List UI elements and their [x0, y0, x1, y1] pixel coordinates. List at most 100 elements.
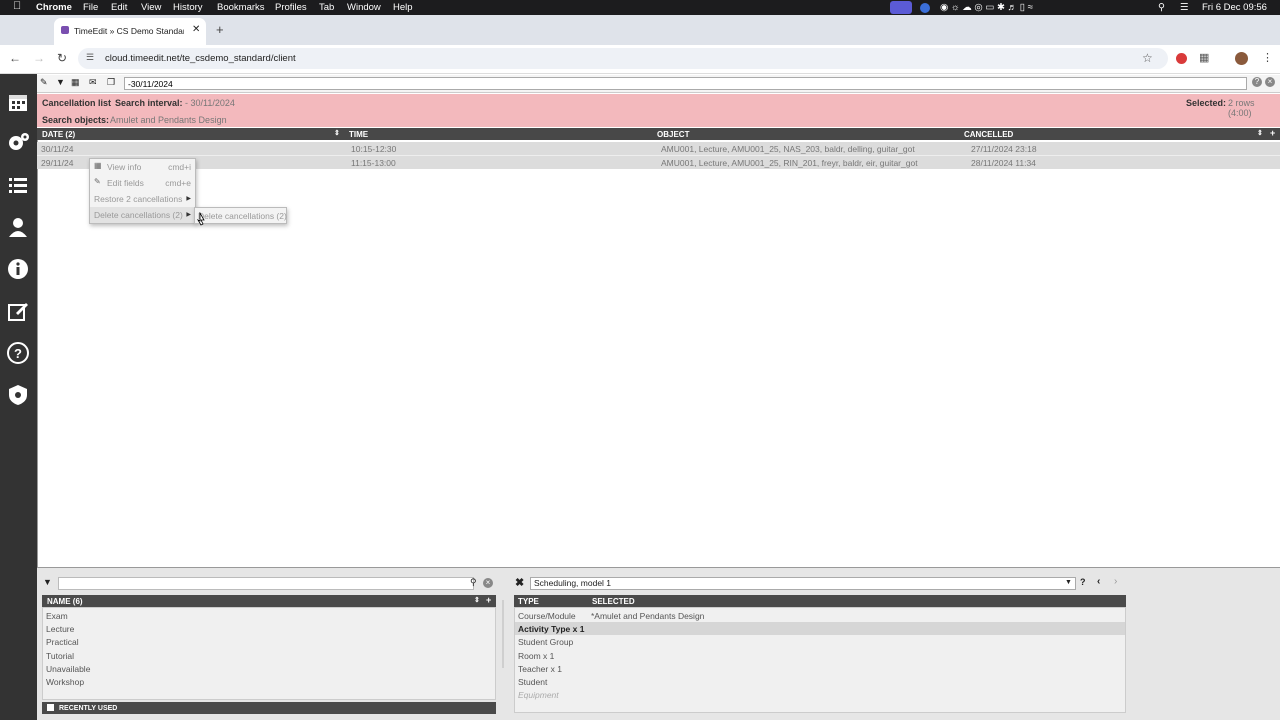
- close-tab-icon[interactable]: ✕: [192, 24, 200, 35]
- view-info-icon: ▦: [94, 161, 102, 170]
- extensions-puzzle-icon[interactable]: ▦: [1199, 51, 1209, 64]
- type-cell[interactable]: Course/Module: [518, 611, 576, 621]
- mouse-cursor-icon: [197, 212, 205, 226]
- list-icon[interactable]: [6, 173, 30, 197]
- filter-icon[interactable]: ▼: [43, 577, 52, 587]
- site-info-icon[interactable]: ☰: [86, 52, 94, 63]
- name-list: [42, 607, 496, 700]
- list-item[interactable]: Workshop: [46, 677, 84, 687]
- interval-input[interactable]: [124, 77, 1247, 90]
- menu-item-delete[interactable]: Delete cancellations (2) ▶: [90, 207, 195, 223]
- menu-item-delete-confirm[interactable]: Delete cancellations (2): [198, 211, 287, 221]
- col-date[interactable]: DATE (2): [42, 130, 75, 139]
- model-select[interactable]: Scheduling, model 1 ▼: [530, 577, 1076, 590]
- menu-profiles[interactable]: Profiles: [275, 2, 307, 13]
- menu-tab[interactable]: Tab: [319, 2, 334, 13]
- filter-icon[interactable]: ▼: [56, 77, 65, 87]
- copy-icon[interactable]: ❐: [107, 77, 115, 88]
- recently-used-label: RECENTLY USED: [59, 705, 118, 712]
- chevron-right-icon[interactable]: ›: [1114, 576, 1117, 587]
- mail-icon[interactable]: ✉: [89, 77, 97, 88]
- table-row[interactable]: 29/11/24 11:15-13:00 AMU001, Lecture, AM…: [37, 155, 1280, 169]
- close-icon[interactable]: ✖: [515, 576, 524, 589]
- panel-divider[interactable]: [502, 600, 504, 668]
- chevron-down-icon: ▼: [1065, 579, 1072, 586]
- menu-edit[interactable]: Edit: [111, 2, 127, 13]
- tools-icon[interactable]: ✎: [40, 77, 48, 88]
- recently-used-bar[interactable]: RECENTLY USED: [42, 702, 496, 714]
- menu-item-edit-fields[interactable]: ✎ Edit fields cmd+e: [90, 175, 195, 191]
- add-column-icon[interactable]: +: [1270, 128, 1275, 138]
- menu-item-view-info[interactable]: ▦ View info cmd+i: [90, 159, 195, 175]
- settings-gears-icon[interactable]: [6, 131, 30, 155]
- cell-time: 10:15-12:30: [351, 144, 397, 154]
- sort-icon[interactable]: ⇕: [334, 129, 340, 137]
- back-icon[interactable]: ←: [9, 51, 21, 65]
- menu-help[interactable]: Help: [393, 2, 413, 13]
- clear-icon[interactable]: ×: [1265, 77, 1275, 87]
- menu-file[interactable]: File: [83, 2, 98, 13]
- col-type[interactable]: TYPE: [518, 597, 539, 606]
- type-cell[interactable]: Activity Type x 1: [518, 624, 584, 634]
- browser-menu-icon[interactable]: ⋮: [1262, 51, 1273, 64]
- menu-view[interactable]: View: [141, 2, 161, 13]
- type-cell[interactable]: Student: [518, 677, 547, 687]
- menu-history[interactable]: History: [173, 2, 203, 13]
- chevron-left-icon[interactable]: ‹: [1097, 576, 1100, 587]
- list-item[interactable]: Unavailable: [46, 664, 90, 674]
- type-cell[interactable]: Teacher x 1: [518, 664, 562, 674]
- type-cell[interactable]: Equipment: [518, 690, 559, 700]
- col-time[interactable]: TIME: [349, 130, 368, 139]
- reload-icon[interactable]: ↻: [57, 51, 67, 65]
- profile-avatar[interactable]: [1235, 52, 1248, 65]
- search-interval-value: - 30/11/2024: [185, 98, 235, 108]
- zoom-icon[interactable]: [920, 3, 930, 13]
- search-input[interactable]: [58, 577, 474, 590]
- clear-search-icon[interactable]: ×: [483, 578, 493, 588]
- apple-icon[interactable]: : [13, 0, 21, 12]
- sort-icon[interactable]: ⇕: [1257, 129, 1263, 137]
- cell-time: 11:15-13:00: [351, 158, 396, 168]
- type-cell[interactable]: Room x 1: [518, 651, 554, 661]
- add-icon[interactable]: +: [486, 595, 491, 605]
- list-item[interactable]: Exam: [46, 611, 68, 621]
- col-name[interactable]: NAME (6): [47, 597, 83, 606]
- list-item[interactable]: Practical: [46, 637, 79, 647]
- user-icon[interactable]: [6, 215, 30, 239]
- type-cell[interactable]: Student Group: [518, 637, 573, 647]
- edit-icon[interactable]: [6, 299, 30, 323]
- table-row[interactable]: 30/11/24 10:15-12:30 AMU001, Lecture, AM…: [37, 142, 1280, 155]
- control-center-icon[interactable]: ☰: [1180, 2, 1189, 13]
- col-cancelled[interactable]: CANCELLED: [964, 130, 1013, 139]
- search-icon[interactable]: ⚲: [470, 577, 477, 588]
- menu-window[interactable]: Window: [347, 2, 381, 13]
- calendar-icon[interactable]: [6, 90, 30, 114]
- col-object[interactable]: OBJECT: [657, 130, 689, 139]
- columns-icon[interactable]: ▦: [71, 77, 80, 88]
- menu-bookmarks[interactable]: Bookmarks: [217, 2, 265, 13]
- list-item[interactable]: Tutorial: [46, 651, 74, 661]
- clock[interactable]: Fri 6 Dec 09:56: [1202, 2, 1267, 13]
- forward-icon[interactable]: →: [33, 51, 45, 65]
- search-interval-label: Search interval:: [115, 98, 183, 108]
- selected-cell[interactable]: *Amulet and Pendants Design: [591, 611, 704, 621]
- list-item[interactable]: Lecture: [46, 624, 74, 634]
- omnibox[interactable]: ☰ cloud.timeedit.net/te_csdemo_standard/…: [78, 48, 1168, 69]
- help-icon[interactable]: ?: [1080, 577, 1086, 587]
- shield-icon[interactable]: [6, 383, 30, 407]
- new-tab-icon[interactable]: +: [216, 22, 224, 37]
- screen-record-icon[interactable]: [890, 1, 912, 14]
- help-circle-icon[interactable]: ?: [1252, 77, 1262, 87]
- bookmark-star-icon[interactable]: ☆: [1142, 51, 1153, 65]
- checkbox[interactable]: [47, 704, 54, 711]
- help-icon[interactable]: ?: [6, 341, 30, 365]
- info-icon[interactable]: [6, 257, 30, 281]
- url-text[interactable]: cloud.timeedit.net/te_csdemo_standard/cl…: [105, 53, 296, 64]
- col-selected[interactable]: SELECTED: [592, 597, 635, 606]
- extension-icon[interactable]: [1176, 53, 1187, 64]
- browser-tab[interactable]: TimeEdit » CS Demo Standar ✕: [54, 18, 206, 45]
- menu-app-name[interactable]: Chrome: [36, 2, 72, 13]
- search-icon[interactable]: ⚲: [1158, 2, 1165, 13]
- sort-icon[interactable]: ⇕: [474, 596, 480, 604]
- menu-item-restore[interactable]: Restore 2 cancellations ▶: [90, 191, 195, 207]
